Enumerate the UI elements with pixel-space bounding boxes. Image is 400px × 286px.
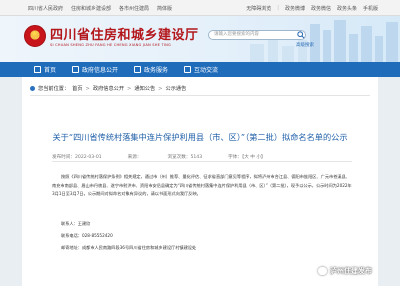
site-title: 四川省住房和城乡建设厅 — [50, 28, 199, 43]
mailing-address: 邮寄地址：成都市人民南路四段36号四川省住房和城乡建设厅村镇建设处 — [61, 245, 197, 250]
topbar-link[interactable]: 无障碍浏览 — [246, 5, 271, 12]
location-icon — [30, 86, 35, 91]
breadcrumb-item[interactable]: 公示通告 — [166, 85, 187, 92]
article-panel: 您当前位置： 首页 > 政府信息公开 > 通知公告 > 公示通告 关于“四川省传… — [22, 77, 378, 286]
article-meta: 发布时间：2022-03-01 来源： 浏览次数：5143 字体：【大 中 小】 — [52, 154, 352, 160]
wechat-icon — [318, 267, 327, 275]
font-size-control[interactable]: 字体：【大 中 小】 — [228, 154, 265, 160]
watermark: 泸州住建发布 — [318, 266, 372, 276]
service-icon — [134, 66, 142, 73]
breadcrumb-separator: > — [158, 85, 163, 92]
topbar-link[interactable]: 政务微博 — [285, 5, 305, 12]
contact-phone: 联系电话：028-85552420 — [61, 233, 113, 238]
watermark-text: 泸州住建发布 — [330, 267, 372, 275]
nav-item-gov-info[interactable]: 政府信息公开 — [66, 62, 124, 77]
nav-item-label: 政府信息公开 — [82, 67, 119, 74]
breadcrumb: 您当前位置： 首页 > 政府信息公开 > 通知公告 > 公示通告 — [30, 85, 186, 92]
divider — [30, 95, 370, 96]
breadcrumb-item[interactable]: 首页 — [72, 85, 82, 92]
topbar-link[interactable]: 政务头条 — [337, 5, 357, 12]
topbar-left-links: 四川省人民政府 住房和城乡建设部 各市州住建局 简体版 — [28, 5, 172, 12]
breadcrumb-separator: > — [127, 85, 132, 92]
nav-item-services[interactable]: 政务服务 — [128, 62, 174, 77]
breadcrumb-separator: > — [85, 85, 90, 92]
breadcrumb-prefix: 您当前位置： — [38, 86, 70, 92]
national-emblem-logo — [24, 25, 46, 47]
breadcrumb-item[interactable]: 通知公告 — [134, 85, 155, 92]
site-subtitle: SI CHUAN SHENG ZHU FANG HE CHENG XIANG J… — [50, 43, 171, 47]
breadcrumb-item[interactable]: 政府信息公开 — [93, 85, 124, 92]
advanced-search-link[interactable]: 高级搜索 — [296, 42, 314, 48]
nav-item-label: 政务服务 — [144, 67, 169, 74]
top-utility-bar: 四川省人民政府 住房和城乡建设部 各市州住建局 简体版 无障碍浏览 | 政务微博… — [0, 0, 400, 16]
topbar-link[interactable]: 各市州住建局 — [119, 5, 149, 12]
nav-item-home[interactable]: 首页 — [28, 62, 62, 77]
topbar-link[interactable]: 简体版 — [157, 5, 172, 12]
chat-icon — [184, 66, 192, 73]
article-title: 关于“四川省传统村落集中连片保护利用县（市、区）”（第二批）拟命名名单的公示 — [52, 132, 348, 142]
site-header: 四川省住房和城乡建设厅 SI CHUAN SHENG ZHU FANG HE C… — [0, 16, 400, 62]
article-paragraph: 按照《四川省传统村落保护条例》相关规定，通过市（州）推荐、量化评估、征求省直部门… — [52, 174, 352, 197]
nav-item-label: 互动交流 — [194, 67, 219, 74]
topbar-link[interactable]: 四川省人民政府 — [28, 5, 63, 12]
main-nav: 首页 政府信息公开 政务服务 互动交流 — [0, 62, 400, 77]
divider: | — [277, 5, 279, 11]
topbar-link[interactable]: 手机版 — [363, 5, 378, 12]
search-input[interactable]: 请输入您要搜索的内容 — [208, 30, 306, 40]
document-icon — [72, 66, 80, 73]
nav-item-interaction[interactable]: 互动交流 — [178, 62, 224, 77]
search-icon[interactable] — [297, 31, 305, 39]
contact-person: 联系人：王建欣 — [61, 221, 91, 226]
home-icon — [34, 66, 41, 73]
divider — [52, 161, 352, 162]
topbar-link[interactable]: 住房和城乡建设部 — [71, 5, 111, 12]
view-count: 浏览次数：5143 — [167, 155, 203, 160]
topbar-link[interactable]: 政务微信 — [311, 5, 331, 12]
article-source: 来源： — [127, 155, 142, 160]
nav-item-label: 首页 — [44, 67, 57, 74]
topbar-right-links: 无障碍浏览 | 政务微博 政务微信 政务头条 手机版 — [246, 5, 378, 12]
publish-date: 发布时间：2022-03-01 — [52, 155, 102, 160]
